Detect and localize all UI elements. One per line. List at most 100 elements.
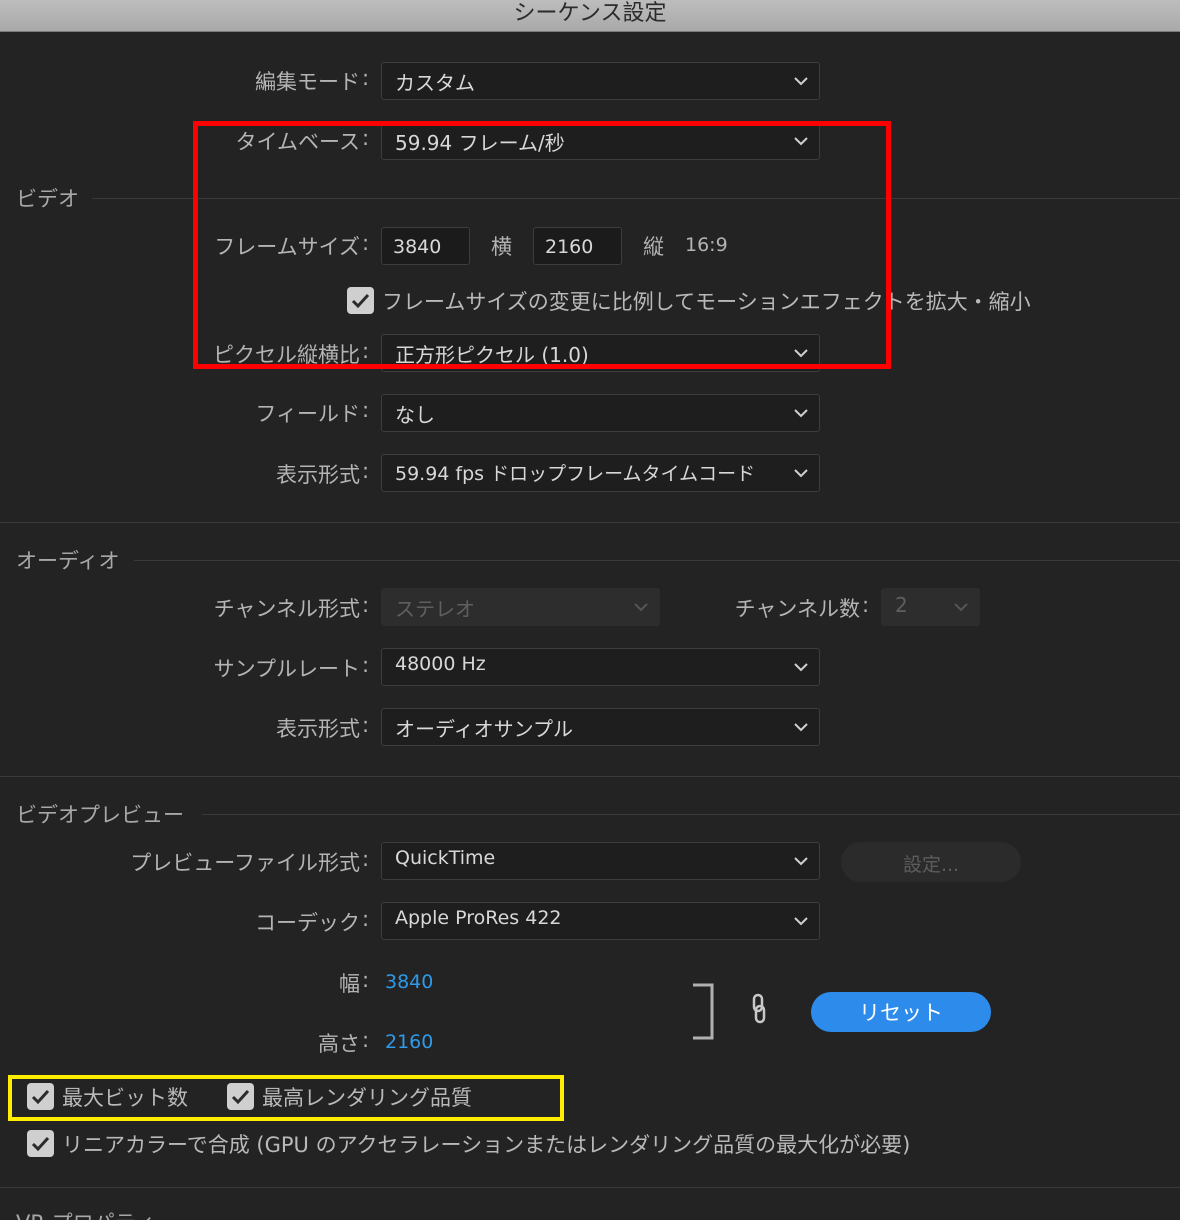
- colon: :: [862, 593, 870, 617]
- colon: :: [362, 1028, 370, 1052]
- chevron-down-icon: [794, 137, 808, 146]
- audio-display-format-value: オーディオサンプル: [395, 717, 573, 741]
- colon: :: [362, 459, 370, 483]
- colon: :: [362, 126, 370, 150]
- max-render-quality-checkbox[interactable]: [227, 1083, 254, 1110]
- fields-value: なし: [395, 403, 435, 427]
- max-bit-depth-checkbox[interactable]: [27, 1083, 54, 1110]
- chevron-down-icon: [954, 603, 968, 612]
- colon: :: [362, 231, 370, 255]
- max-bit-depth-label: 最大ビット数: [62, 1086, 188, 1110]
- preview-file-format-label: プレビューファイル形式: [130, 851, 360, 875]
- video-section-title: ビデオ: [16, 187, 79, 211]
- channel-format-value: ステレオ: [395, 597, 475, 621]
- width-unit-label: 横: [491, 235, 512, 259]
- window-titlebar: シーケンス設定: [0, 0, 1180, 32]
- section-divider: [202, 814, 1180, 815]
- chevron-down-icon: [794, 409, 808, 418]
- checkmark-icon: [31, 1136, 50, 1152]
- channel-format-select[interactable]: ステレオ: [381, 588, 660, 626]
- codec-value: Apple ProRes 422: [395, 907, 562, 929]
- section-divider: [134, 560, 1180, 561]
- colon: :: [362, 339, 370, 363]
- chevron-down-icon: [794, 77, 808, 86]
- timebase-value: 59.94 フレーム/秒: [395, 131, 565, 155]
- colon: :: [362, 398, 370, 422]
- checkmark-icon: [231, 1089, 250, 1105]
- pixel-aspect-select[interactable]: 正方形ピクセル (1.0): [381, 334, 820, 372]
- reset-button[interactable]: リセット: [811, 992, 991, 1032]
- timebase-label: タイムベース: [235, 130, 360, 154]
- colon: :: [362, 968, 370, 992]
- chevron-down-icon: [794, 723, 808, 732]
- sample-rate-value: 48000 Hz: [395, 653, 486, 675]
- colon: :: [362, 593, 370, 617]
- section-divider: [0, 1187, 1180, 1188]
- channel-count-select[interactable]: 2: [881, 588, 980, 626]
- fields-select[interactable]: なし: [381, 394, 820, 432]
- reset-button-label: リセット: [859, 1001, 943, 1025]
- sample-rate-select[interactable]: 48000 Hz: [381, 648, 820, 686]
- preview-file-format-select[interactable]: QuickTime: [381, 842, 820, 880]
- section-divider: [0, 522, 1180, 523]
- link-bracket-icon: [693, 983, 714, 1040]
- checkmark-icon: [31, 1089, 50, 1105]
- frame-width-field[interactable]: 3840: [381, 227, 470, 265]
- height-unit-label: 縦: [643, 235, 664, 259]
- sample-rate-label: サンプルレート: [213, 657, 360, 681]
- preview-width-value[interactable]: 3840: [385, 971, 433, 993]
- preview-settings-button[interactable]: 設定...: [841, 842, 1021, 882]
- video-display-format-value: 59.94 fps ドロップフレームタイムコード: [395, 463, 756, 485]
- fields-label: フィールド: [255, 402, 360, 426]
- channel-count-value: 2: [895, 593, 908, 617]
- scale-motion-label: フレームサイズの変更に比例してモーションエフェクトを拡大・縮小: [382, 290, 1031, 314]
- colon: :: [362, 907, 370, 931]
- chevron-down-icon: [794, 349, 808, 358]
- max-render-quality-label: 最高レンダリング品質: [262, 1086, 472, 1110]
- pixel-aspect-value: 正方形ピクセル (1.0): [395, 343, 589, 367]
- channel-count-label: チャンネル数: [734, 597, 860, 621]
- channel-format-label: チャンネル形式: [213, 597, 360, 621]
- codec-label: コーデック: [255, 911, 360, 935]
- frame-width-value: 3840: [393, 236, 442, 258]
- vr-section-title: VR プロパティ: [16, 1207, 155, 1220]
- codec-select[interactable]: Apple ProRes 422: [381, 902, 820, 940]
- preview-settings-button-label: 設定...: [902, 854, 960, 876]
- window-title: シーケンス設定: [513, 1, 667, 26]
- edit-mode-label: 編集モード: [255, 70, 360, 94]
- chevron-down-icon: [634, 603, 648, 612]
- chevron-down-icon: [794, 917, 808, 926]
- audio-display-format-label: 表示形式: [276, 717, 360, 741]
- colon: :: [362, 713, 370, 737]
- frame-height-field[interactable]: 2160: [533, 227, 622, 265]
- video-display-format-label: 表示形式: [276, 463, 360, 487]
- frame-size-label: フレームサイズ: [214, 235, 360, 259]
- edit-mode-select[interactable]: カスタム: [381, 62, 820, 100]
- video-display-format-select[interactable]: 59.94 fps ドロップフレームタイムコード: [381, 454, 820, 492]
- linear-color-checkbox[interactable]: [27, 1130, 54, 1157]
- audio-section-title: オーディオ: [16, 549, 120, 573]
- colon: :: [362, 66, 370, 90]
- linear-color-label: リニアカラーで合成 (GPU のアクセラレーションまたはレンダリング品質の最大化…: [62, 1133, 911, 1157]
- checkmark-icon: [351, 293, 370, 309]
- preview-height-value[interactable]: 2160: [385, 1031, 433, 1053]
- link-chain-icon[interactable]: [748, 993, 770, 1025]
- edit-mode-value: カスタム: [395, 71, 475, 95]
- chevron-down-icon: [794, 857, 808, 866]
- audio-display-format-select[interactable]: オーディオサンプル: [381, 708, 820, 746]
- aspect-ratio-text: 16:9: [685, 234, 728, 256]
- section-divider: [92, 198, 1180, 199]
- colon: :: [362, 653, 370, 677]
- scale-motion-checkbox[interactable]: [347, 287, 374, 314]
- frame-height-value: 2160: [545, 236, 594, 258]
- preview-width-label: 幅: [339, 972, 360, 996]
- preview-height-label: 高さ: [318, 1032, 360, 1056]
- colon: :: [362, 847, 370, 871]
- chevron-down-icon: [794, 663, 808, 672]
- video-preview-section-title: ビデオプレビュー: [16, 803, 184, 827]
- timebase-select[interactable]: 59.94 フレーム/秒: [381, 122, 820, 160]
- chevron-down-icon: [794, 469, 808, 478]
- preview-file-format-value: QuickTime: [395, 847, 496, 869]
- section-divider: [0, 776, 1180, 777]
- pixel-aspect-label: ピクセル縦横比: [213, 343, 360, 367]
